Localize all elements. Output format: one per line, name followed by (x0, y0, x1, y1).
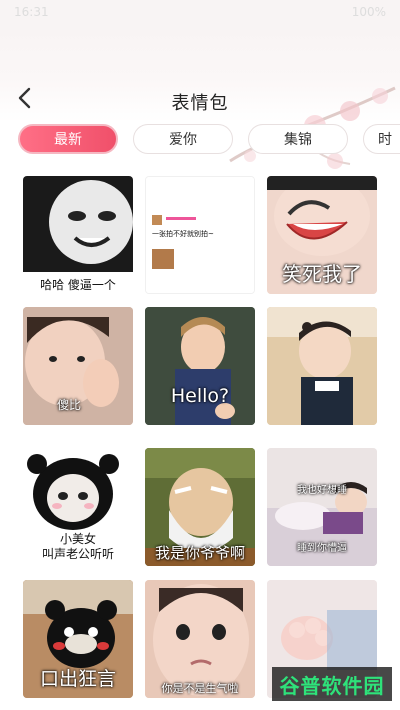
header: 表情包 (0, 26, 400, 169)
sticker-image (145, 307, 255, 425)
sticker-item[interactable]: Hello? (145, 307, 255, 425)
status-bar: 16:31 100% (0, 0, 400, 26)
status-battery: 100% (351, 5, 386, 19)
sticker-item[interactable]: 一张拍不好就别拍~ (145, 176, 255, 294)
app-screen: 16:31 100% 表情包 最新 爱你 集锦 时 哈哈 傻逼一个 一张拍不好就… (0, 0, 400, 710)
sticker-item[interactable]: 笑死我了 (267, 176, 377, 294)
status-time: 16:31 (14, 5, 49, 19)
sticker-caption: 傻比 (57, 398, 82, 412)
category-tabs: 最新 爱你 集锦 时 (0, 122, 400, 156)
sticker-item[interactable]: 你是不是生气啦 (145, 580, 255, 698)
sticker-caption: 我是你爷爷啊 (154, 544, 245, 562)
sticker-item[interactable]: 我是你爷爷啊 (145, 448, 255, 566)
sticker-caption: 我也好想睡 睡到你懵逼 (297, 485, 347, 554)
tab-collection[interactable]: 集锦 (248, 124, 348, 154)
sticker-image (23, 176, 133, 272)
sticker-item[interactable]: 哈哈 傻逼一个 (23, 176, 133, 294)
sticker-image (267, 307, 377, 425)
tab-partial[interactable]: 时 (363, 124, 400, 154)
sticker-item[interactable] (267, 307, 377, 425)
tab-love-you[interactable]: 爱你 (133, 124, 233, 154)
sticker-caption: Hello? (170, 385, 230, 407)
sticker-caption: 小美女 叫声老公听听 (41, 532, 114, 561)
sticker-caption: 你是不是生气啦 (161, 682, 239, 695)
sticker-item[interactable]: 口出狂言 (23, 580, 133, 698)
sticker-item[interactable]: 傻比 (23, 307, 133, 425)
page-title: 表情包 (171, 93, 229, 114)
sticker-caption: 口出狂言 (39, 668, 116, 690)
sticker-item[interactable]: 我也好想睡 睡到你懵逼 (267, 448, 377, 566)
sticker-caption: 哈哈 傻逼一个 (40, 278, 116, 292)
sticker-item[interactable]: 小美女 叫声老公听听 (23, 448, 133, 566)
tab-latest[interactable]: 最新 (18, 124, 118, 154)
sticker-caption: 笑死我了 (282, 262, 362, 286)
sticker-caption: 一张拍不好就别拍~ (152, 230, 214, 238)
watermark-badge: 谷普软件园 (272, 667, 392, 701)
